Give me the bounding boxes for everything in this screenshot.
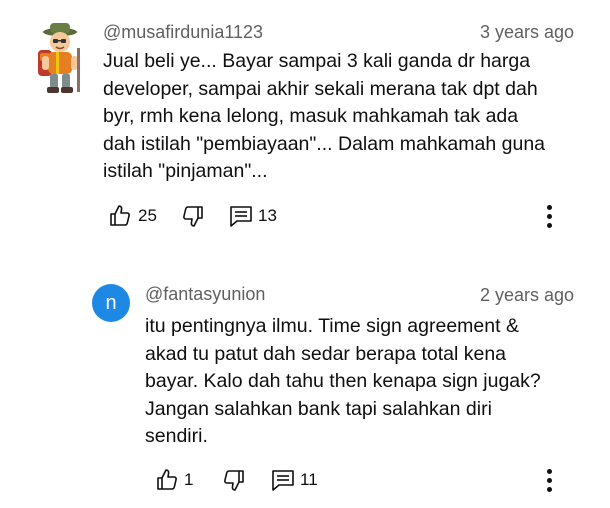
like-button[interactable] [155,467,179,493]
comment-text-line: itu pentingnya ilmu. Time sign agreement… [145,315,519,337]
reply-button[interactable] [270,467,296,493]
more-options-button[interactable] [547,469,553,495]
comment-author[interactable]: @fantasyunion [145,284,265,305]
comment-timestamp[interactable]: 2 years ago [480,285,574,306]
comment-text-line: akad tu patut dah sedar berapa total ken… [145,342,507,365]
reply-comment-icon [272,470,294,491]
comment-text-line: Jangan salahkan bank tapi salahkan diri [145,397,492,420]
kebab-dot-icon [547,478,552,483]
thumb-down-icon [224,470,244,491]
comment-2: n @fantasyunion 2 years ago itu pentingn… [0,0,610,508]
avatar[interactable]: n [92,284,130,322]
like-count: 1 [184,470,194,489]
kebab-dot-icon [547,469,552,474]
comment-actions: 1 11 [0,467,610,493]
kebab-dot-icon [547,487,552,492]
dislike-button[interactable] [222,467,246,493]
comment-text-line: sendiri. [145,425,208,447]
comment-text: itu pentingnya ilmu. Time sign agreement… [145,313,541,451]
comment-text-line: bayar. Kalo dah tahu then kenapa sign ju… [145,370,541,392]
reply-count: 11 [300,470,318,489]
thumb-up-icon [157,469,177,490]
